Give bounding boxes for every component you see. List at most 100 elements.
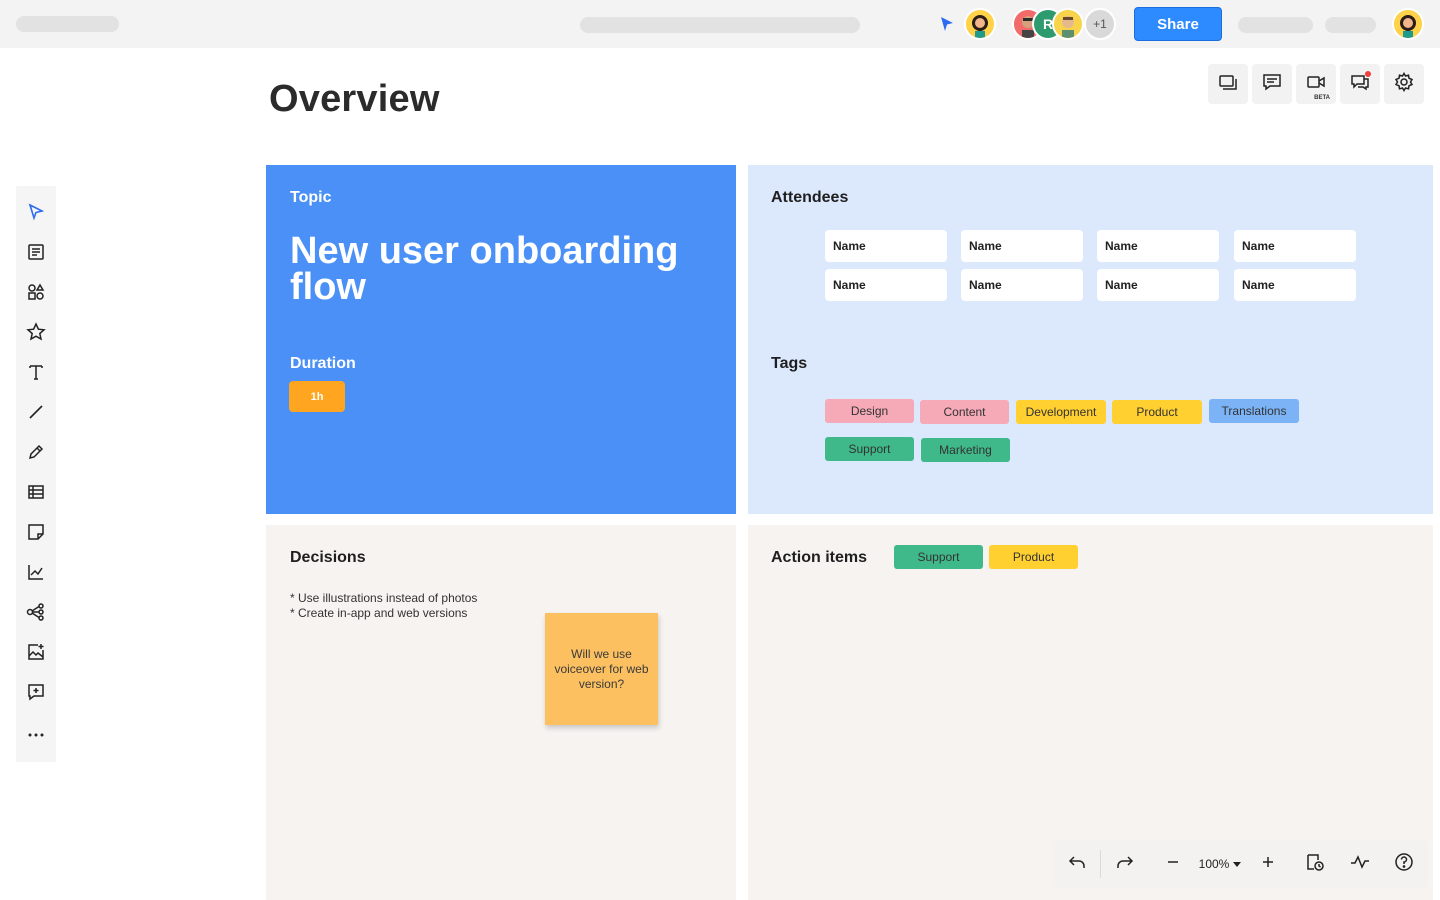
tag-chip[interactable]: Development: [1016, 400, 1106, 424]
tag-chip[interactable]: Design: [825, 399, 914, 423]
tag-chip[interactable]: Product: [989, 545, 1078, 569]
sticky-note-icon: [27, 523, 45, 546]
menu-placeholder[interactable]: [1325, 17, 1376, 33]
decisions-panel[interactable]: Decisions * Use illustrations instead of…: [266, 525, 736, 900]
chart-tool[interactable]: [24, 562, 48, 586]
chart-icon: [27, 563, 45, 586]
add-comment-icon: [27, 683, 45, 706]
tag-chip[interactable]: Content: [920, 400, 1009, 424]
minus-icon: [1166, 855, 1180, 874]
text-icon: [27, 363, 45, 386]
help-button[interactable]: [1392, 852, 1416, 876]
plus-icon: [1261, 855, 1275, 874]
history-icon: [1305, 852, 1325, 877]
board-name-placeholder[interactable]: [16, 16, 119, 32]
attendee-name-card[interactable]: Name: [1097, 269, 1219, 301]
history-button[interactable]: [1303, 852, 1327, 876]
duration-label: Duration: [290, 355, 356, 372]
zoom-level: 100%: [1198, 857, 1230, 871]
image-icon: [27, 643, 45, 666]
star-icon: [26, 321, 46, 347]
bottom-toolbar: 100%: [1055, 840, 1428, 888]
attendee-name-card[interactable]: Name: [1234, 230, 1356, 262]
table-icon: [27, 483, 45, 506]
attendee-name-card[interactable]: Name: [825, 269, 947, 301]
select-tool[interactable]: [24, 202, 48, 226]
board-tools: BETA: [1208, 64, 1424, 104]
sticky-note-tool[interactable]: [24, 522, 48, 546]
settings-button[interactable]: [1384, 64, 1424, 104]
redo-button[interactable]: [1113, 852, 1137, 876]
menu-placeholder[interactable]: [1238, 17, 1313, 33]
sticky-note[interactable]: Will we use voiceover for web version?: [545, 613, 658, 725]
current-user-avatar[interactable]: [964, 8, 996, 40]
line-tool[interactable]: [24, 402, 48, 426]
shapes-tool[interactable]: [24, 282, 48, 306]
video-icon: [1306, 73, 1326, 96]
cursor-icon: [939, 15, 955, 38]
attendee-name-card[interactable]: Name: [961, 269, 1083, 301]
comment-button[interactable]: [1252, 64, 1292, 104]
frames-icon: [1218, 73, 1238, 96]
divider: [1100, 850, 1101, 878]
caret-down-icon: [1233, 857, 1242, 871]
tag-chip[interactable]: Support: [894, 545, 983, 569]
tag-chip[interactable]: Product: [1112, 400, 1202, 424]
duration-chip[interactable]: 1h: [289, 381, 345, 412]
tags-label: Tags: [771, 355, 808, 372]
decision-item: * Use illustrations instead of photos: [290, 591, 478, 605]
text-tool[interactable]: [24, 362, 48, 386]
topic-panel[interactable]: Topic New user onboarding flow Duration …: [266, 165, 736, 514]
zoom-level-select[interactable]: 100%: [1191, 852, 1249, 876]
topic-label: Topic: [290, 189, 332, 206]
comment-tool[interactable]: [24, 682, 48, 706]
pulse-icon: [1350, 854, 1370, 875]
decisions-notes[interactable]: * Use illustrations instead of photos * …: [290, 591, 477, 621]
attendees-panel[interactable]: Attendees Name Name Name Name Name Name …: [748, 165, 1433, 514]
attendee-name-card[interactable]: Name: [1234, 269, 1356, 301]
beta-badge: BETA: [1314, 95, 1330, 101]
chat-button[interactable]: [1340, 64, 1380, 104]
templates-icon: [27, 243, 45, 266]
activity-button[interactable]: [1348, 852, 1372, 876]
decision-item: * Create in-app and web versions: [290, 606, 468, 620]
profile-avatar[interactable]: [1392, 8, 1424, 40]
share-button[interactable]: Share: [1134, 7, 1222, 41]
tag-chip[interactable]: Marketing: [921, 438, 1010, 462]
topic-value[interactable]: New user onboarding flow: [290, 232, 710, 306]
video-call-button[interactable]: BETA: [1296, 64, 1336, 104]
redo-icon: [1116, 854, 1134, 875]
frames-button[interactable]: [1208, 64, 1248, 104]
top-bar: R +1 Share: [0, 0, 1440, 48]
pen-tool[interactable]: [24, 442, 48, 466]
zoom-in-button[interactable]: [1256, 852, 1280, 876]
image-tool[interactable]: [24, 642, 48, 666]
table-tool[interactable]: [24, 482, 48, 506]
attendee-name-card[interactable]: Name: [961, 230, 1083, 262]
line-icon: [27, 403, 45, 426]
mindmap-icon: [26, 602, 46, 626]
more-tools[interactable]: [24, 722, 48, 746]
templates-tool[interactable]: [24, 242, 48, 266]
action-items-label: Action items: [771, 549, 868, 566]
attendee-name-card[interactable]: Name: [1097, 230, 1219, 262]
undo-button[interactable]: [1065, 852, 1089, 876]
tag-chip[interactable]: Support: [825, 437, 914, 461]
select-cursor-icon: [27, 202, 45, 226]
pencil-icon: [27, 443, 45, 466]
attendee-name-card[interactable]: Name: [825, 230, 947, 262]
page-title: Overview: [269, 78, 440, 120]
comment-icon: [1262, 73, 1282, 96]
more-icon: [27, 725, 45, 743]
help-icon: [1394, 852, 1414, 877]
shapes-icon: [27, 283, 45, 306]
attendees-label: Attendees: [771, 189, 849, 206]
stickers-tool[interactable]: [24, 321, 48, 347]
zoom-out-button[interactable]: [1161, 852, 1185, 876]
tag-chip[interactable]: Translations: [1209, 399, 1299, 423]
decisions-label: Decisions: [290, 549, 366, 566]
left-toolbar: [16, 186, 56, 762]
collaborator-avatar[interactable]: [1052, 8, 1084, 40]
more-collaborators-badge[interactable]: +1: [1084, 8, 1116, 40]
mindmap-tool[interactable]: [24, 602, 48, 626]
